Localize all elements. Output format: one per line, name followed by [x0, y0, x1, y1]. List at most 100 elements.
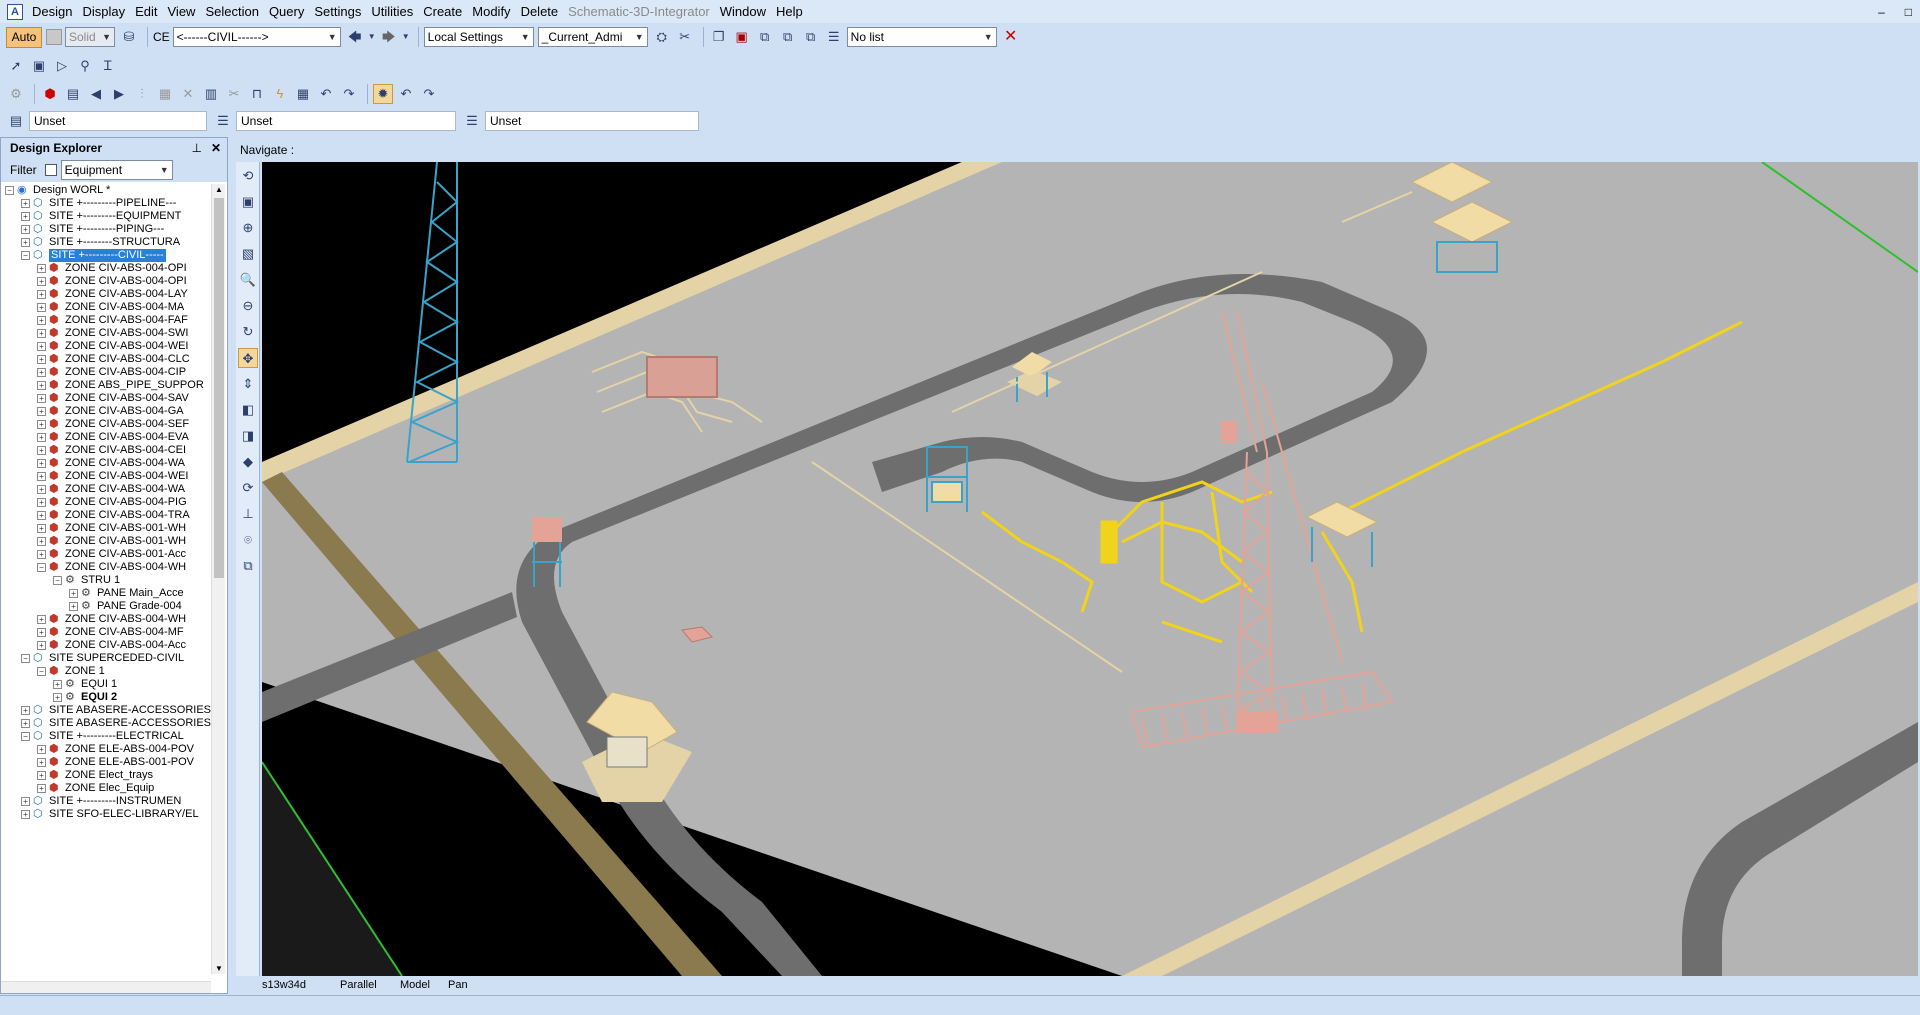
tree-node[interactable]: + ⬢ ZONE Elect_trays — [1, 769, 211, 782]
close-list-icon[interactable]: ✕ — [1001, 27, 1021, 47]
refresh-icon[interactable]: ⟳ — [238, 478, 258, 498]
expand-icon[interactable]: + — [37, 511, 46, 520]
binoculars-icon[interactable]: ⛭ — [652, 27, 672, 47]
tree-node[interactable]: + ⬢ ZONE CIV-ABS-004-TRA — [1, 509, 211, 522]
expand-icon[interactable]: + — [37, 771, 46, 780]
unset-field-3[interactable]: Unset — [485, 111, 699, 131]
previous-icon[interactable]: ◀ — [86, 84, 106, 104]
expand-icon[interactable]: + — [69, 589, 78, 598]
forward-arrow-icon[interactable]: 🡆 — [379, 27, 399, 47]
pin-icon[interactable]: ⊥ — [192, 138, 202, 158]
tree-node[interactable]: − ⚙ STRU 1 — [1, 574, 211, 587]
menu-modify[interactable]: Modify — [467, 0, 515, 24]
expand-icon[interactable]: + — [37, 498, 46, 507]
text-cursor-icon[interactable]: Ꮖ — [98, 56, 118, 76]
zoom-out-icon[interactable]: ⊖ — [238, 296, 258, 316]
expand-icon[interactable]: + — [37, 381, 46, 390]
database-icon[interactable]: ⛁ — [119, 27, 139, 47]
save-view-icon[interactable]: ▣ — [29, 56, 49, 76]
expand-icon[interactable]: + — [37, 485, 46, 494]
minimize-button[interactable]: – — [1878, 0, 1885, 24]
next-icon[interactable]: ▶ — [109, 84, 129, 104]
box-icon[interactable]: ◨ — [238, 426, 258, 446]
menu-design[interactable]: Design — [27, 0, 77, 24]
menu-utilities[interactable]: Utilities — [366, 0, 418, 24]
expand-icon[interactable]: + — [21, 225, 30, 234]
menu-query[interactable]: Query — [264, 0, 309, 24]
menu-display[interactable]: Display — [77, 0, 130, 24]
tree-node[interactable]: + ⬢ ZONE CIV-ABS-004-OPI — [1, 275, 211, 288]
expand-icon[interactable]: + — [37, 420, 46, 429]
redo-icon[interactable]: ↷ — [419, 84, 439, 104]
tree-node[interactable]: + ⬢ ZONE CIV-ABS-004-MF — [1, 626, 211, 639]
menu-edit[interactable]: Edit — [130, 0, 162, 24]
close-icon[interactable]: ✕ — [211, 138, 221, 158]
expand-icon[interactable]: + — [69, 602, 78, 611]
pointer-icon[interactable]: ➚ — [6, 56, 26, 76]
window-remove-icon[interactable]: ⧉ — [778, 27, 798, 47]
filter-dropdown[interactable]: Equipment ▼ — [60, 160, 173, 180]
list-dropdown[interactable]: No list ▼ — [846, 27, 997, 47]
expand-icon[interactable]: + — [21, 810, 30, 819]
layer-icon[interactable]: ◧ — [238, 400, 258, 420]
tree-node[interactable]: + ⬢ ZONE CIV-ABS-004-SEF — [1, 418, 211, 431]
expand-icon[interactable]: + — [37, 316, 46, 325]
undo-small-icon[interactable]: ↶ — [316, 84, 336, 104]
collapse-icon[interactable]: − — [5, 186, 14, 195]
graph-icon[interactable]: ⚲ — [75, 56, 95, 76]
expand-icon[interactable]: + — [21, 719, 30, 728]
lightning-icon[interactable]: ϟ — [270, 84, 290, 104]
expand-icon[interactable]: + — [37, 446, 46, 455]
scroll-up-icon[interactable]: ▲ — [215, 185, 223, 194]
copy-icon[interactable]: ❐ — [709, 27, 729, 47]
expand-icon[interactable]: + — [37, 329, 46, 338]
local-settings-dropdown[interactable]: Local Settings ▼ — [423, 27, 534, 47]
tree-node[interactable]: + ⬢ ZONE CIV-ABS-004-FAF — [1, 314, 211, 327]
view-orbit-icon[interactable]: ⟲ — [238, 166, 258, 186]
fill-icon[interactable]: ◆ — [238, 452, 258, 472]
tree-node[interactable]: + ⬢ ZONE ABS_PIPE_SUPPOR — [1, 379, 211, 392]
scroll-thumb[interactable] — [214, 198, 224, 578]
tree-node[interactable]: + ⬡ SITE +---------PIPING--- — [1, 223, 211, 236]
tree-node[interactable]: + ⬢ ZONE CIV-ABS-001-WH — [1, 535, 211, 548]
tree-horizontal-scrollbar[interactable] — [1, 981, 211, 993]
tree-node[interactable]: + ⬢ ZONE CIV-ABS-001-Acc — [1, 548, 211, 561]
tree-node[interactable]: + ⬢ ZONE CIV-ABS-004-MA — [1, 301, 211, 314]
tree-node[interactable]: + ⬢ ZONE CIV-ABS-004-SWI — [1, 327, 211, 340]
collapse-icon[interactable]: − — [37, 667, 46, 676]
play-icon[interactable]: ▷ — [52, 56, 72, 76]
expand-icon[interactable]: + — [37, 615, 46, 624]
rotate-icon[interactable]: ↻ — [238, 322, 258, 342]
menu-create[interactable]: Create — [418, 0, 467, 24]
dimension-icon[interactable]: ⊓ — [247, 84, 267, 104]
delete-icon[interactable]: ✕ — [178, 84, 198, 104]
table-icon[interactable]: ▥ — [201, 84, 221, 104]
save-icon[interactable]: ▣ — [732, 27, 752, 47]
tree-node[interactable]: + ⬢ ZONE CIV-ABS-004-LAY — [1, 288, 211, 301]
unset-field-2[interactable]: Unset — [236, 111, 456, 131]
axes-icon[interactable]: ⊥ — [238, 504, 258, 524]
image-icon[interactable]: ▤ — [63, 84, 83, 104]
tree-node[interactable]: + ⬢ ZONE Elec_Equip — [1, 782, 211, 795]
tree-node[interactable]: − ⬡ SITE +---------ELECTRICAL — [1, 730, 211, 743]
tree-node[interactable]: + ⬢ ZONE CIV-ABS-004-WEI — [1, 470, 211, 483]
tree-node[interactable]: + ⬢ ZONE ELE-ABS-001-POV — [1, 756, 211, 769]
expand-icon[interactable]: + — [37, 550, 46, 559]
tree-node[interactable]: + ⬢ ZONE CIV-ABS-004-WH — [1, 613, 211, 626]
window-add-icon[interactable]: ⧉ — [755, 27, 775, 47]
tree-node[interactable]: + ⬢ ZONE CIV-ABS-004-WA — [1, 457, 211, 470]
tree-node[interactable]: − ⬡ SITE SUPERCEDED-CIVIL — [1, 652, 211, 665]
pan-icon[interactable]: ✥ — [238, 348, 258, 368]
tree-node[interactable]: + ⬡ SITE ABASERE-ACCESSORIES — [1, 717, 211, 730]
camera-icon[interactable]: ⌾ — [238, 530, 258, 550]
current-admin-dropdown[interactable]: _Current_Admi ▼ — [537, 27, 648, 47]
scissors-icon[interactable]: ✂ — [675, 27, 695, 47]
forward-dropdown-icon[interactable]: ▼ — [402, 27, 410, 47]
tree-node[interactable]: − ⬢ ZONE CIV-ABS-004-WH — [1, 561, 211, 574]
tree-node[interactable]: + ⚙ EQUI 1 — [1, 678, 211, 691]
tree-node[interactable]: + ⬡ SITE +---------INSTRUMEN — [1, 795, 211, 808]
grid-icon[interactable]: ▦ — [293, 84, 313, 104]
window-edit-icon[interactable]: ⧉ — [801, 27, 821, 47]
expand-icon[interactable]: + — [37, 407, 46, 416]
collapse-icon[interactable]: − — [37, 563, 46, 572]
